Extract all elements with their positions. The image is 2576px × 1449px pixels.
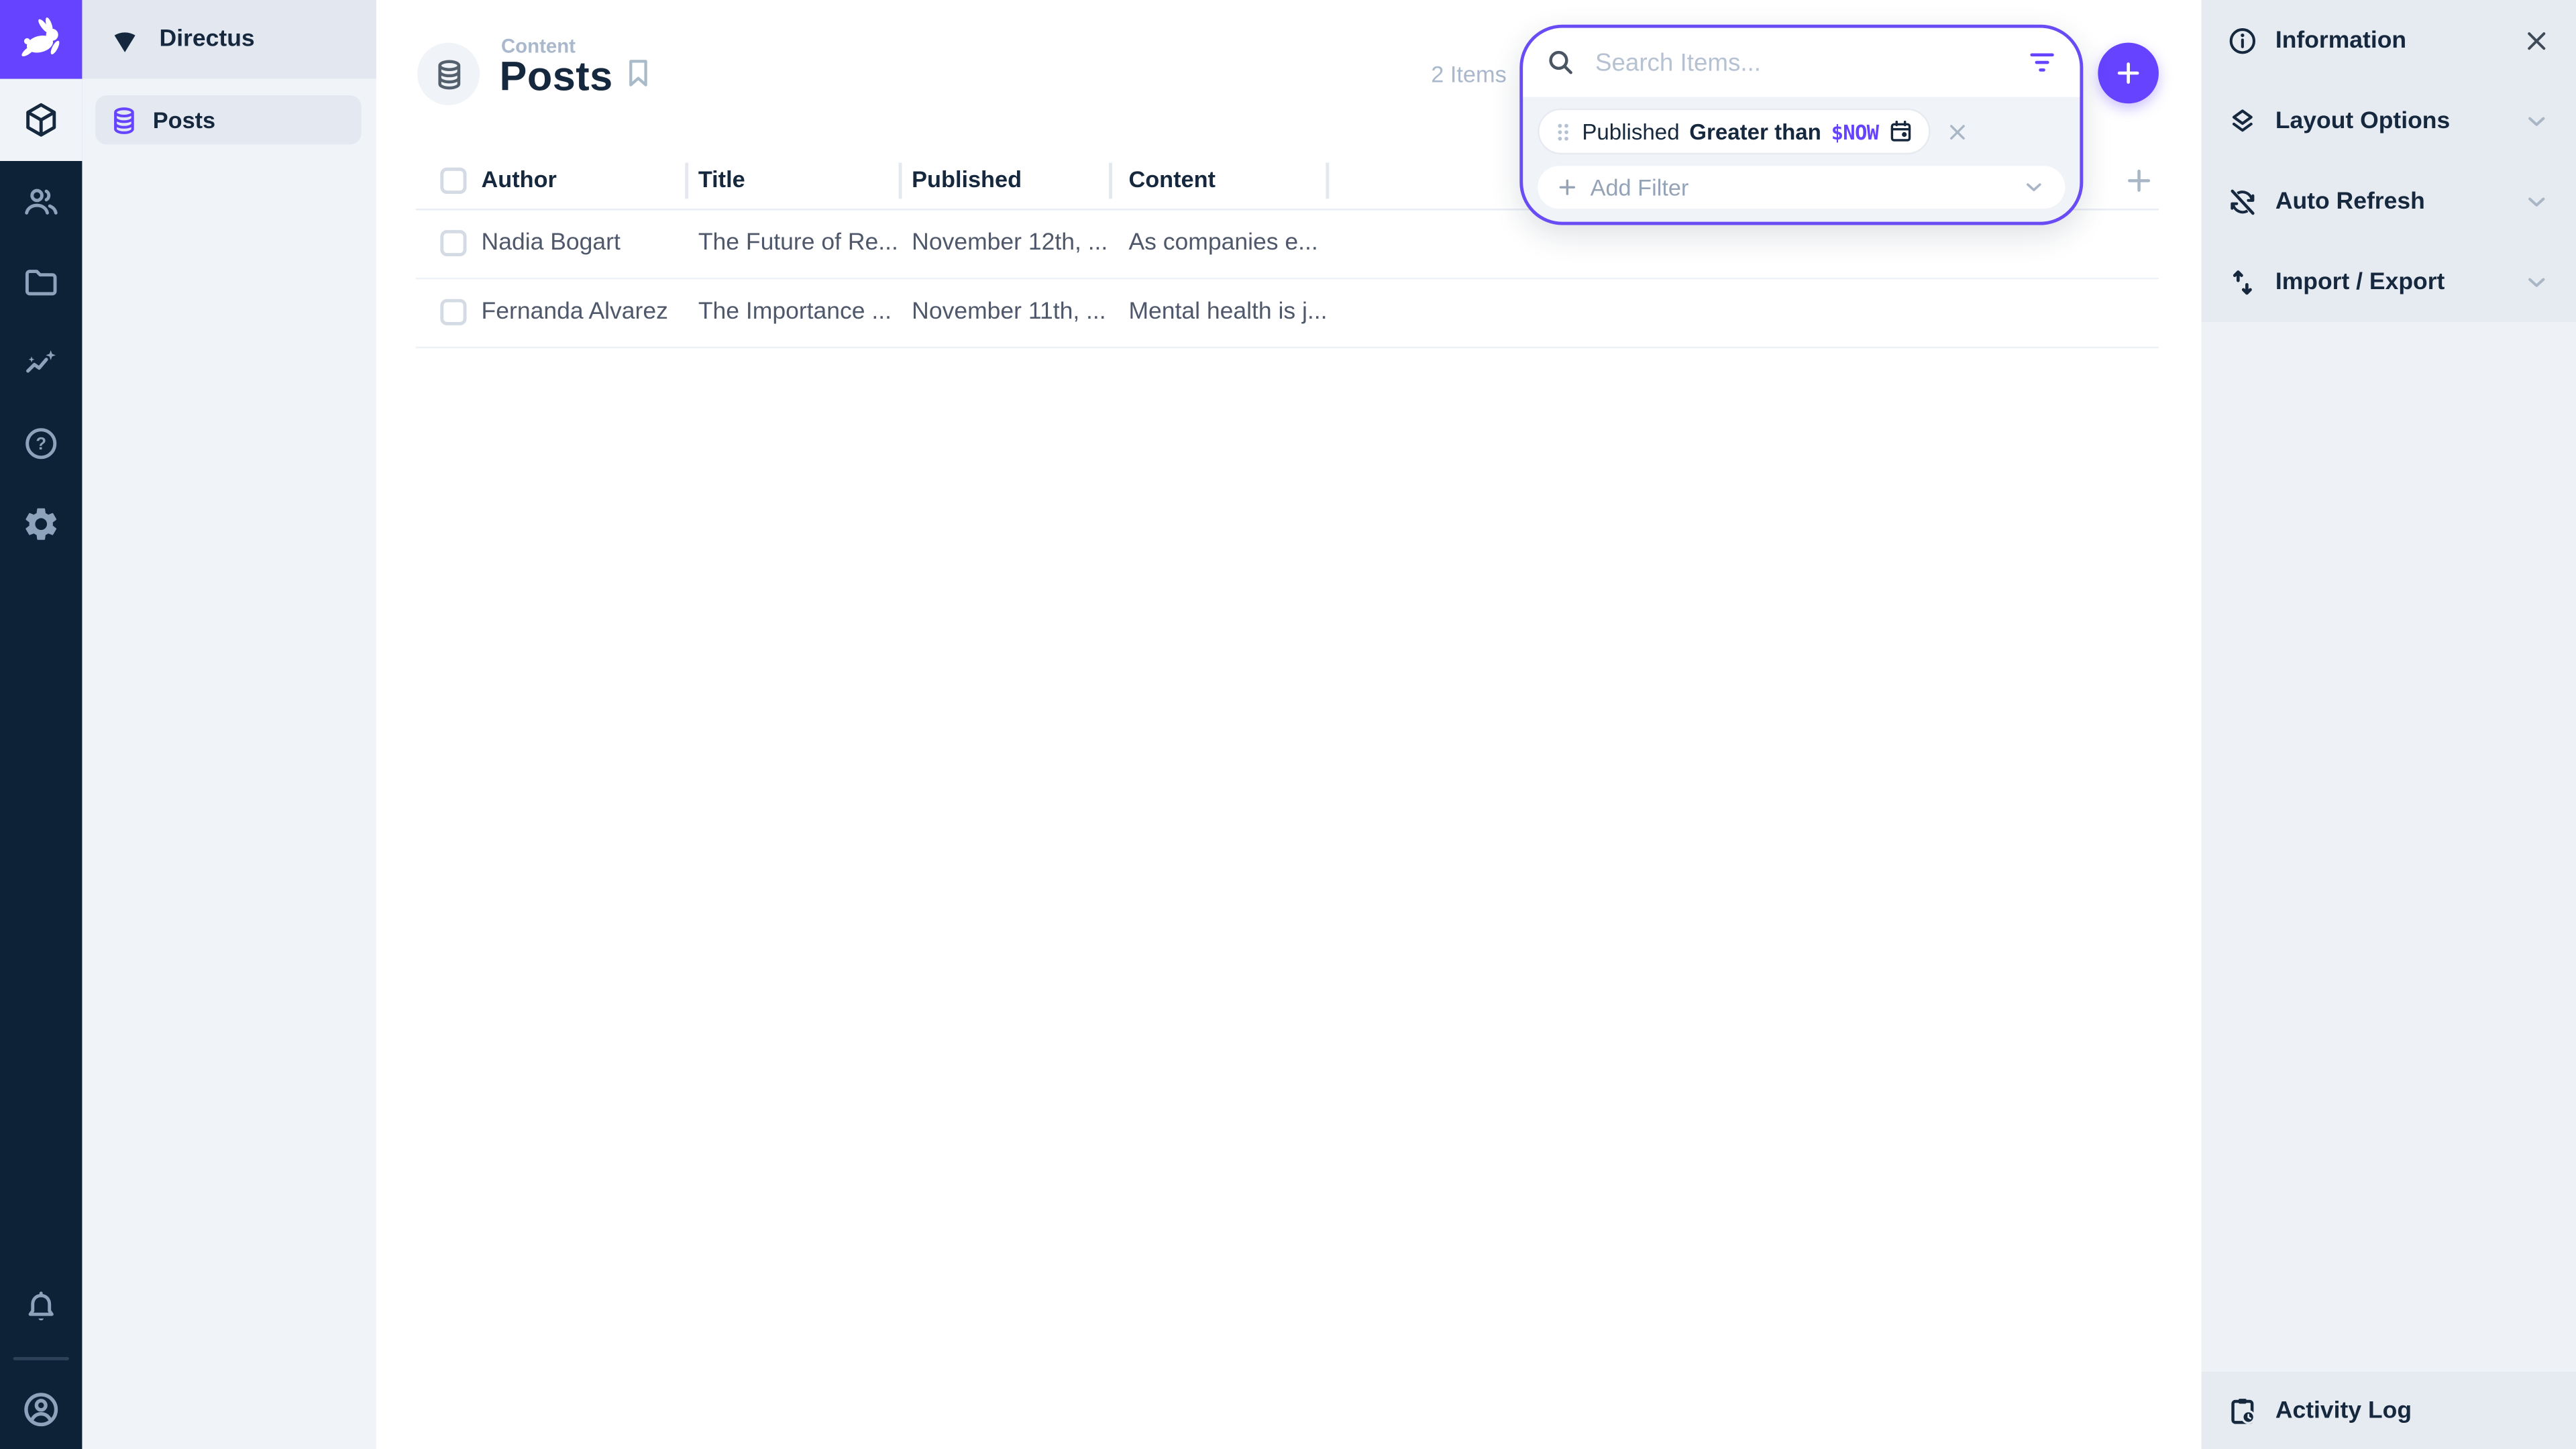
database-icon [431,56,466,91]
cell-published: November 12th, ... [912,230,1108,256]
chevron-down-icon [2021,174,2047,201]
module-bar-divider [13,1357,69,1360]
bell-icon [21,1289,61,1328]
column-divider [1326,162,1328,199]
sidebar-section-information[interactable]: Information [2202,0,2576,80]
add-filter-label: Add Filter [1591,174,1689,201]
cell-author: Nadia Bogart [482,230,621,256]
column-header-author[interactable]: Author [482,166,557,192]
module-settings[interactable] [0,483,82,564]
user-menu-button[interactable] [0,1368,82,1449]
collection-icon-badge [417,43,480,105]
navigation-panel: Directus Posts [82,0,376,1449]
sidebar-section-layout-options[interactable]: Layout Options [2202,80,2576,161]
row-checkbox[interactable] [440,299,466,325]
module-files[interactable] [0,241,82,322]
cell-title: The Importance ... [698,299,892,325]
page-title: Posts [499,54,612,102]
rabbit-logo-icon [13,11,69,67]
gear-icon [21,504,61,543]
items-count: 2 Items [1380,61,1507,87]
directus-logo[interactable] [0,0,82,79]
info-sidebar: Information Layout Options [2202,0,2576,1449]
sidebar-section-label: Import / Export [2275,268,2445,294]
column-header-content[interactable]: Content [1128,166,1216,192]
select-all-checkbox[interactable] [440,168,466,194]
search-input[interactable] [1592,47,2010,78]
database-icon [109,105,140,136]
activity-log-button[interactable]: Activity Log [2202,1372,2576,1449]
insights-icon [21,343,61,382]
cell-title: The Future of Re... [698,230,898,256]
row-checkbox[interactable] [440,230,466,256]
sidebar-section-label: Auto Refresh [2275,188,2425,214]
cell-author: Fernanda Alvarez [482,299,668,325]
filter-operator: Greater than [1689,119,1821,144]
filter-chip[interactable]: Published Greater than $NOW [1538,109,1931,155]
chevron-down-icon [2522,267,2551,297]
add-filter-button[interactable]: Add Filter [1538,166,2065,209]
plus-icon [2112,58,2144,89]
sidebar-section-label: Layout Options [2275,107,2450,133]
filter-value[interactable]: $NOW [1831,119,1879,144]
cell-published: November 11th, ... [912,299,1106,325]
sync-disabled-icon [2226,185,2259,218]
activity-log-label: Activity Log [2275,1397,2412,1424]
column-header-title[interactable]: Title [698,166,745,192]
sidebar-section-auto-refresh[interactable]: Auto Refresh [2202,161,2576,241]
cell-content: Mental health is j... [1128,299,1327,325]
notifications-button[interactable] [0,1269,82,1349]
info-icon [2226,24,2259,57]
module-users[interactable] [0,161,82,241]
bookmark-icon[interactable] [621,56,655,90]
help-icon: ? [21,423,61,463]
people-icon [21,182,61,221]
chevron-down-icon [2522,106,2551,136]
svg-text:?: ? [36,434,46,453]
cell-content: As companies e... [1128,230,1318,256]
column-divider [685,162,688,199]
calendar-icon[interactable] [1888,118,1915,144]
table-row[interactable]: Fernanda Alvarez The Importance ... Nove… [416,279,2159,348]
clipboard-clock-icon [2226,1394,2259,1427]
sidebar-section-label: Information [2275,27,2406,53]
sidebar-filler [2202,322,2576,1372]
close-icon[interactable] [2522,25,2551,55]
plus-icon [1556,176,1578,199]
project-fan-icon [107,21,143,58]
sidebar-section-import-export[interactable]: Import / Export [2202,241,2576,322]
project-name: Directus [160,26,255,52]
column-divider [899,162,902,199]
user-circle-icon [19,1387,62,1430]
chevron-down-icon [2522,186,2551,216]
nav-item-posts[interactable]: Posts [95,95,362,144]
column-header-published[interactable]: Published [912,166,1022,192]
remove-filter-icon[interactable] [1946,119,1971,144]
search-filter-panel: Published Greater than $NOW [1519,25,2083,225]
column-divider [1109,162,1112,199]
drag-handle-icon[interactable] [1554,119,1572,144]
module-bar-bottom [0,1269,82,1449]
module-bar: ? [0,0,82,1449]
project-header[interactable]: Directus [82,0,376,79]
filter-area: Published Greater than $NOW [1523,97,2080,221]
directus-app: ? [0,0,2576,1449]
add-column-button[interactable] [2123,164,2155,197]
filter-field: Published [1582,119,1679,144]
search-icon [1544,46,1577,79]
add-item-button[interactable] [2098,43,2159,104]
box-icon [21,100,61,140]
layers-icon [2226,105,2259,138]
module-content[interactable] [0,79,82,161]
module-docs[interactable]: ? [0,402,82,483]
search-bar [1523,28,2080,97]
swap-vert-icon [2226,266,2259,299]
filter-icon[interactable] [2026,46,2059,79]
nav-item-label: Posts [153,107,215,133]
folder-icon [21,262,61,302]
module-insights[interactable] [0,322,82,402]
